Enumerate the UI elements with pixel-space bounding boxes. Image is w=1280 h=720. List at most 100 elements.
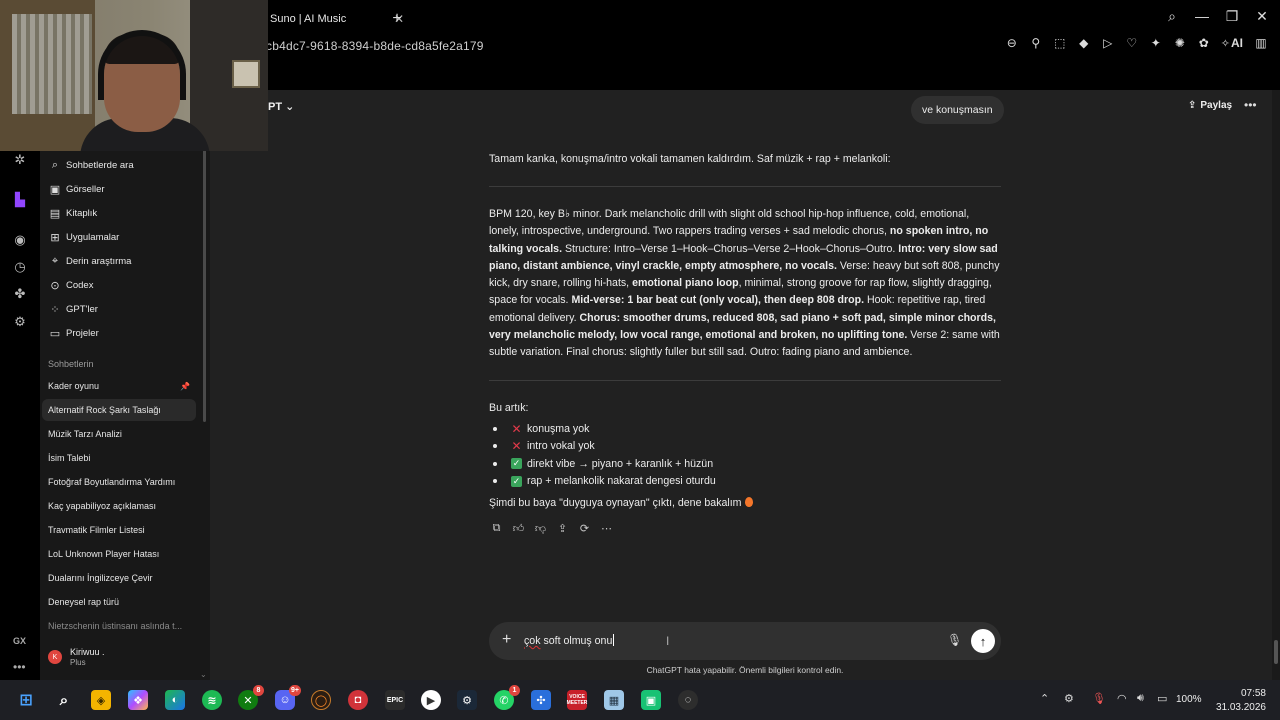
edge-icon[interactable]: ◐	[165, 690, 185, 710]
shield-icon[interactable]: ◆	[1077, 36, 1091, 50]
conversation-item[interactable]: Deneysel rap türü	[42, 591, 196, 613]
sidebar-item-label: Uygulamalar	[66, 231, 120, 243]
whatsapp-icon[interactable]: ✆ 1	[494, 685, 520, 710]
heart-icon[interactable]: ♡	[1125, 36, 1139, 50]
microphone-icon[interactable]: 🎙︎	[947, 633, 962, 647]
sidebar-item-apps[interactable]: ⊞ Uygulamalar	[48, 226, 198, 248]
settings-icon[interactable]: ⚙	[12, 314, 28, 330]
opera-gx-icon[interactable]: ◯	[311, 690, 331, 710]
extension-icon[interactable]: ✦	[1149, 36, 1163, 50]
composer-input[interactable]: çok soft olmuş onu	[524, 634, 615, 647]
conversation-item[interactable]: LoL Unknown Player Hatası	[42, 543, 196, 565]
app-icon[interactable]: ◌	[678, 690, 698, 710]
conversation-item[interactable]: Nietzschenin üstinsanı aslında t...	[42, 615, 196, 637]
regenerate-icon[interactable]: ⟳	[578, 522, 591, 535]
discord-icon[interactable]: ☺ 9+	[275, 685, 301, 710]
sidebar-item-deep-research[interactable]: ⌖ Derin araştırma	[48, 250, 198, 272]
cross-mark-icon: ✕	[511, 439, 522, 454]
sidebar-item-images[interactable]: ▣ Görseller	[48, 178, 198, 200]
share-button[interactable]: ⇪ Paylaş	[1188, 100, 1232, 111]
user-plan: Plus	[70, 658, 86, 667]
chevron-down-icon: ⌄	[200, 670, 207, 679]
file-explorer-icon[interactable]: ▦	[604, 690, 624, 710]
volume-icon[interactable]: 🔊︎	[1137, 692, 1144, 705]
battery-icon[interactable]: ▭	[1157, 692, 1167, 705]
conversation-item[interactable]: Dualarını İngilizceye Çevir	[42, 567, 196, 589]
conversation-item[interactable]: Travmatik Filmler Listesi	[42, 519, 196, 541]
sidebar-item-label: GPT'ler	[66, 303, 98, 315]
app-icon[interactable]: ✣	[531, 690, 551, 710]
attach-plus-icon[interactable]: +	[502, 631, 511, 649]
wifi-icon[interactable]: ◠	[1117, 692, 1127, 705]
pin-icon[interactable]: ⚲	[1029, 36, 1043, 50]
mods-icon[interactable]: ✤	[12, 286, 28, 302]
conversation-title: Dualarını İngilizceye Çevir	[48, 573, 153, 583]
more-icon[interactable]: •••	[13, 660, 26, 674]
chevron-up-icon[interactable]: ⌃	[1040, 692, 1049, 705]
share-icon[interactable]: ⇪	[556, 522, 569, 535]
conversation-item[interactable]: Kaç yapabiliyoz açıklaması	[42, 495, 196, 517]
gx-label-icon[interactable]: GX	[13, 636, 26, 646]
media-player-icon[interactable]: ▶	[421, 690, 441, 710]
thumbs-up-icon[interactable]: 👍︎	[512, 522, 525, 535]
search-icon[interactable]: ⌕	[54, 690, 74, 710]
twitch-icon[interactable]: ▙	[12, 192, 28, 208]
model-selector[interactable]: PT ⌄	[268, 100, 294, 113]
brave-icon[interactable]: ◈	[91, 690, 111, 710]
sidebar-item-projects[interactable]: ▭ Projeler	[48, 322, 198, 344]
game-icon[interactable]: ▣	[641, 690, 661, 710]
steam-tray-icon[interactable]: ⚙	[1064, 692, 1074, 705]
copy-icon[interactable]: ⧉	[490, 522, 503, 535]
new-tab-icon[interactable]: +	[388, 10, 406, 28]
restore-icon[interactable]: ❐	[1224, 8, 1240, 24]
address-bar[interactable]: cb4dc7-9618-8394-b8de-cd8a5fe2a179	[266, 39, 484, 53]
screenshot-icon[interactable]: ⬚	[1053, 36, 1067, 50]
more-options-icon[interactable]: •••	[1244, 98, 1257, 112]
bullet-text: rap + melankolik nakarat dengesi oturdu	[527, 475, 716, 488]
thumbs-down-icon[interactable]: 👎︎	[534, 522, 547, 535]
share-label: Paylaş	[1200, 100, 1233, 111]
zoom-icon[interactable]: ⊖	[1005, 36, 1019, 50]
close-window-icon[interactable]: ✕	[1254, 8, 1270, 24]
xbox-icon[interactable]: ✕ 8	[238, 685, 264, 710]
more-icon[interactable]: ⋯	[600, 522, 613, 535]
main-scrollbar[interactable]	[1272, 90, 1280, 680]
microphone-icon[interactable]: 🎙︎	[1092, 692, 1106, 705]
conversation-item[interactable]: Kader oyunu 📌	[42, 375, 196, 397]
windows-start-icon[interactable]: ⊞	[16, 690, 36, 710]
opera-ai-icon[interactable]: ✲	[12, 152, 28, 168]
spotify-icon[interactable]: ≋	[202, 690, 222, 710]
browser-search-icon[interactable]: ⌕	[1164, 8, 1180, 24]
message-composer[interactable]: + çok soft olmuş onu I 🎙︎ ↑	[489, 622, 1001, 660]
history-icon[interactable]: ◷	[12, 259, 28, 275]
clock-time[interactable]: 07:58	[1222, 688, 1266, 699]
sidebar-item-search[interactable]: ⌕ Sohbetlerde ara	[48, 154, 198, 176]
voicemeeter-icon[interactable]: VOICE MEETER	[567, 690, 587, 710]
steam-icon[interactable]: ⚙	[457, 690, 477, 710]
sidebar-item-gpts[interactable]: ⁘ GPT'ler	[48, 298, 198, 320]
minimize-icon[interactable]: —	[1194, 8, 1210, 24]
epic-games-icon[interactable]: EPIC	[385, 690, 405, 710]
play-icon[interactable]: ▷	[1101, 36, 1115, 50]
extension-icon[interactable]: ✺	[1173, 36, 1187, 50]
gpts-icon: ⁘	[50, 303, 60, 316]
disclaimer: ChatGPT hata yapabilir. Önemli bilgileri…	[646, 665, 844, 675]
sidebar-item-codex[interactable]: ⊙ Codex	[48, 274, 198, 296]
conversation-item[interactable]: Müzik Tarzı Analizi	[42, 423, 196, 445]
send-button[interactable]: ↑	[971, 629, 995, 653]
ai-extension-icon[interactable]: ✧ AI	[1221, 36, 1244, 50]
sidebar-toggle-icon[interactable]: ▥	[1254, 36, 1268, 50]
conversation-item[interactable]: Fotoğraf Boyutlandırma Yardımı	[42, 471, 196, 493]
extension-icon[interactable]: ✿	[1197, 36, 1211, 50]
conversation-item-active[interactable]: Alternatif Rock Şarkı Taslağı	[42, 399, 196, 421]
game-launcher-icon[interactable]: ◘	[348, 690, 368, 710]
copilot-icon[interactable]: ❖	[128, 690, 148, 710]
clock-date[interactable]: 31.03.2026	[1214, 702, 1266, 713]
sidebar-item-library[interactable]: ▤ Kitaplık	[48, 202, 198, 224]
spotify-icon[interactable]: ◉	[12, 232, 28, 248]
user-profile[interactable]: K Kiriwuu . Plus	[48, 646, 105, 668]
scrollbar-thumb[interactable]	[1274, 640, 1278, 664]
conversation-item[interactable]: İsim Talebi	[42, 447, 196, 469]
sidebar-scrollbar[interactable]	[203, 150, 206, 422]
pin-icon[interactable]: 📌	[180, 382, 190, 391]
